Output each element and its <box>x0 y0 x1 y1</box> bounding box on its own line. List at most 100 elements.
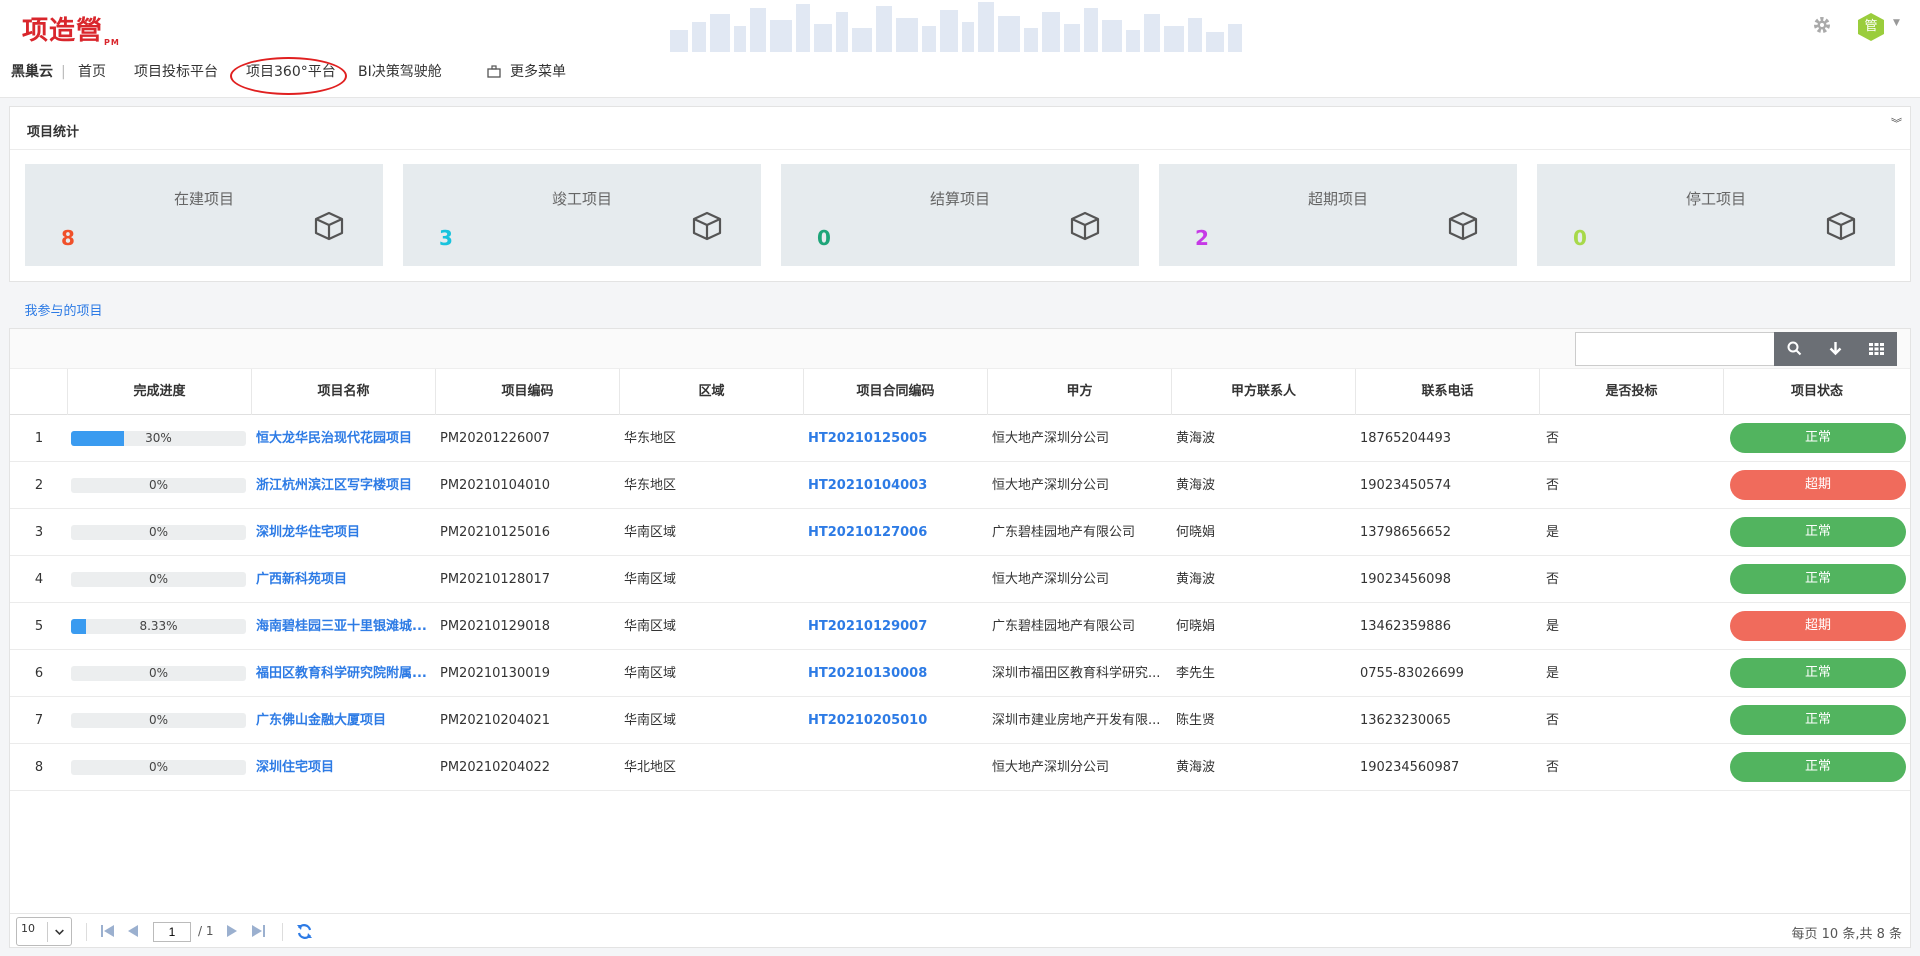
grid-columns-icon <box>1869 343 1884 355</box>
table-row[interactable]: 5 8.33% 海南碧桂园三亚十里银滩城... PM20210129018 华南区域 HT… <box>10 603 1910 650</box>
progress-text: 8.33% <box>139 619 178 633</box>
contract-code-link[interactable] <box>808 556 986 603</box>
refresh-icon[interactable] <box>296 923 313 940</box>
last-page-icon[interactable] <box>250 924 266 938</box>
status-badge[interactable]: 正常 <box>1730 752 1906 782</box>
col-project-code[interactable]: 项目编码 <box>436 369 620 415</box>
stat-card-completed[interactable]: 竣工项目 3 <box>403 164 761 266</box>
status-badge[interactable]: 超期 <box>1730 611 1906 641</box>
bid-flag: 是 <box>1546 525 1560 540</box>
status-badge[interactable]: 超期 <box>1730 470 1906 500</box>
party-contact: 黄海波 <box>1176 760 1216 775</box>
region: 华南区域 <box>624 666 677 681</box>
settings-gear-icon[interactable] <box>1812 15 1832 35</box>
col-party-contact[interactable]: 甲方联系人 <box>1172 369 1356 415</box>
nav-bid-platform[interactable]: 项目投标平台 <box>134 52 218 98</box>
stat-card-under-construction[interactable]: 在建项目 8 <box>25 164 383 266</box>
status-badge[interactable]: 正常 <box>1730 658 1906 688</box>
party-contact: 陈生贤 <box>1176 713 1216 728</box>
nav-brand[interactable]: 黑巢云 <box>11 52 53 98</box>
page-number-input[interactable] <box>153 922 191 942</box>
contract-code-link[interactable]: HT20210125005 <box>808 415 986 462</box>
prev-page-icon[interactable] <box>127 924 139 938</box>
col-phone[interactable]: 联系电话 <box>1356 369 1540 415</box>
col-project-name[interactable]: 项目名称 <box>252 369 436 415</box>
project-name-link[interactable]: 深圳住宅项目 <box>256 744 434 791</box>
tab-my-projects[interactable]: 我参与的项目 <box>12 300 115 330</box>
status-badge[interactable]: 正常 <box>1730 517 1906 547</box>
project-name-link[interactable]: 恒大龙华民治现代花园项目 <box>256 415 434 462</box>
page-size-select[interactable]: 10 <box>16 917 72 946</box>
party-contact: 李先生 <box>1176 666 1216 681</box>
phone: 19023456098 <box>1360 572 1451 587</box>
contract-code-link[interactable]: HT20210127006 <box>808 509 986 556</box>
contract-code-link[interactable]: HT20210130008 <box>808 650 986 697</box>
col-region[interactable]: 区域 <box>620 369 804 415</box>
status-badge[interactable]: 正常 <box>1730 705 1906 735</box>
nav-bi-cockpit[interactable]: BI决策驾驶舱 <box>358 52 442 98</box>
nav-more-menu[interactable]: 更多菜单 <box>510 52 566 98</box>
project-name-link[interactable]: 广东佛山金融大厦项目 <box>256 697 434 744</box>
table-row[interactable]: 3 0% 深圳龙华住宅项目 PM20210125016 华南区域 HT2021012700… <box>10 509 1910 556</box>
stat-value: 8 <box>61 226 75 250</box>
cube-icon <box>1070 211 1100 241</box>
user-menu-caret-icon[interactable]: ▼ <box>1893 18 1900 28</box>
project-name-link[interactable]: 浙江杭州滨江区写字楼项目 <box>256 462 434 509</box>
col-status[interactable]: 项目状态 <box>1724 369 1910 415</box>
nav-home[interactable]: 首页 <box>78 52 106 98</box>
projects-grid: 完成进度 项目名称 项目编码 区域 项目合同编码 甲方 甲方联系人 联系电话 是… <box>9 328 1911 948</box>
row-index: 3 <box>34 525 44 540</box>
columns-button[interactable] <box>1856 332 1897 366</box>
region: 华北地区 <box>624 760 677 775</box>
col-progress[interactable]: 完成进度 <box>68 369 252 415</box>
first-page-icon[interactable] <box>100 924 116 938</box>
pagination-summary: 每页 10 条,共 8 条 <box>1791 927 1902 942</box>
contract-code-link[interactable]: HT20210129007 <box>808 603 986 650</box>
search-icon <box>1787 341 1802 356</box>
phone: 18765204493 <box>1360 431 1451 446</box>
stat-label: 在建项目 <box>173 190 234 208</box>
stat-card-suspended[interactable]: 停工项目 0 <box>1537 164 1895 266</box>
table-row[interactable]: 4 0% 广西新科苑项目 PM20210128017 华南区域 恒大地产深圳分公司 黄海波 1… <box>10 556 1910 603</box>
download-button[interactable] <box>1815 332 1856 366</box>
project-name-link[interactable]: 福田区教育科学研究院附属... <box>256 650 434 697</box>
phone: 0755-83026699 <box>1360 666 1464 681</box>
collapse-chevron-icon[interactable]: ︾ <box>1891 115 1902 131</box>
main-nav: 黑巢云 | 首页 项目投标平台 项目360°平台 BI决策驾驶舱 更多菜单 <box>0 52 1920 98</box>
status-badge[interactable]: 正常 <box>1730 564 1906 594</box>
app-logo[interactable]: 项造營PM <box>22 10 120 47</box>
project-name-link[interactable]: 海南碧桂园三亚十里银滩城... <box>256 603 434 650</box>
status-badge[interactable]: 正常 <box>1730 423 1906 453</box>
bid-flag: 否 <box>1546 572 1560 587</box>
table-row[interactable]: 2 0% 浙江杭州滨江区写字楼项目 PM20210104010 华东地区 HT202101… <box>10 462 1910 509</box>
table-row[interactable]: 1 30% 恒大龙华民治现代花园项目 PM20201226007 华东地区 HT20210… <box>10 415 1910 462</box>
col-party-a[interactable]: 甲方 <box>988 369 1172 415</box>
party-a: 恒大地产深圳分公司 <box>992 760 1110 775</box>
contract-code-link[interactable]: HT20210104003 <box>808 462 986 509</box>
stat-card-overdue[interactable]: 超期项目 2 <box>1159 164 1517 266</box>
table-row[interactable]: 6 0% 福田区教育科学研究院附属... PM20210130019 华南区域 HT202… <box>10 650 1910 697</box>
more-menu-icon[interactable] <box>486 64 502 80</box>
avatar-initial: 管 <box>1864 19 1878 34</box>
project-name-link[interactable]: 广西新科苑项目 <box>256 556 434 603</box>
stat-label: 停工项目 <box>1685 190 1746 208</box>
project-name-link[interactable]: 深圳龙华住宅项目 <box>256 509 434 556</box>
table-row[interactable]: 7 0% 广东佛山金融大厦项目 PM20210204021 华南区域 HT20210205… <box>10 697 1910 744</box>
search-button[interactable] <box>1774 332 1815 366</box>
cube-icon <box>692 211 722 241</box>
table-row[interactable]: 8 0% 深圳住宅项目 PM20210204022 华北地区 恒大地产深圳分公司 黄海波 19… <box>10 744 1910 791</box>
col-bid[interactable]: 是否投标 <box>1540 369 1724 415</box>
col-contract-code[interactable]: 项目合同编码 <box>804 369 988 415</box>
party-a: 广东碧桂园地产有限公司 <box>992 525 1136 540</box>
stat-card-settled[interactable]: 结算项目 0 <box>781 164 1139 266</box>
stat-value: 0 <box>817 226 831 250</box>
pager-divider <box>282 923 283 941</box>
project-code: PM20210125016 <box>440 525 551 540</box>
next-page-icon[interactable] <box>226 924 238 938</box>
grid-search-input[interactable] <box>1575 332 1783 366</box>
pager-divider <box>86 923 87 941</box>
project-stats-panel: 项目统计 ︾ 在建项目 8 竣工项目 3 结算项目 0 超期项目 2 停工项目 … <box>9 106 1911 282</box>
contract-code-link[interactable] <box>808 744 986 791</box>
contract-code-link[interactable]: HT20210205010 <box>808 697 986 744</box>
row-index: 6 <box>34 666 44 681</box>
